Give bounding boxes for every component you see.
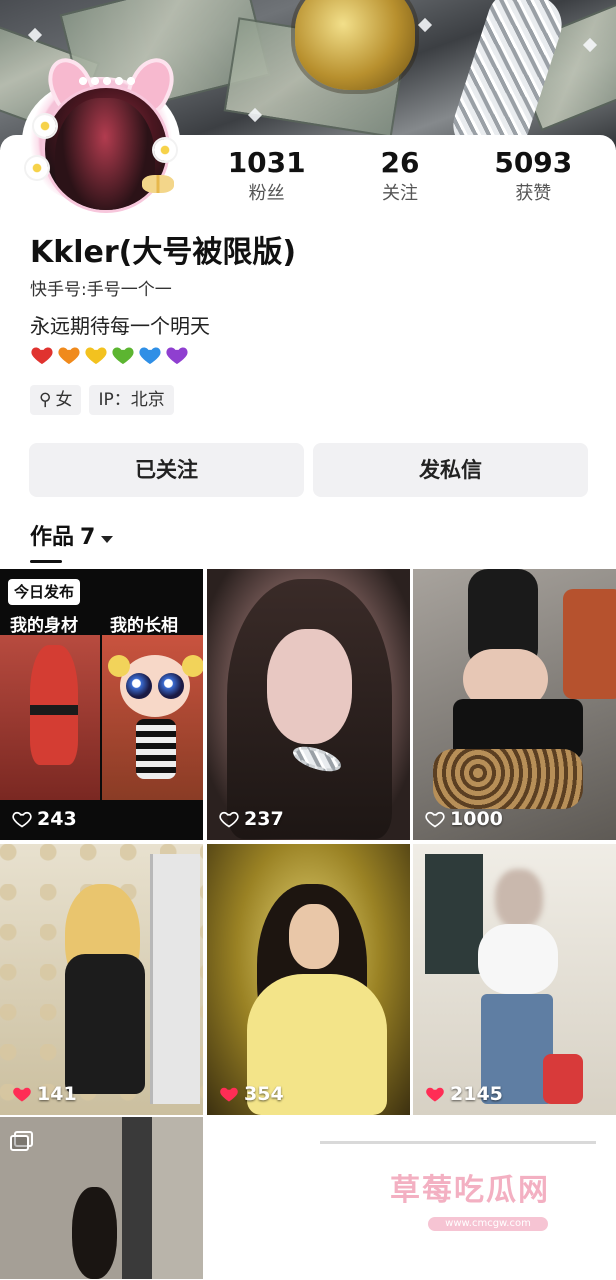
work-item[interactable]: 2145 — [413, 844, 616, 1115]
works-tab-indicator — [30, 560, 62, 563]
profile-sheet: 1031 粉丝 26 关注 5093 获赞 Kkler(大号被限版) 快手号:手… — [0, 50, 616, 1280]
watermark-url: www.cmcgw.com — [428, 1217, 548, 1231]
stat-fans-label: 粉丝 — [248, 183, 285, 204]
work-likes: 141 — [12, 1083, 77, 1105]
heart-filled-icon — [425, 1084, 445, 1104]
heart-emoji-icon — [138, 343, 162, 367]
heart-outline-icon — [219, 809, 239, 829]
stat-following-value: 26 — [380, 146, 420, 179]
followed-button[interactable]: 已关注 — [29, 443, 304, 497]
stat-likes[interactable]: 5093 获赞 — [473, 145, 593, 225]
work-likes: 237 — [219, 808, 284, 830]
today-posted-badge: 今日发布 — [8, 579, 81, 605]
work-likes-count: 1000 — [450, 808, 503, 830]
work-likes-count: 141 — [37, 1083, 77, 1105]
work-item[interactable]: 今日发布 我的身材 我的长相 243 — [0, 569, 203, 840]
profile-bio: 永远期待每一个明天 — [30, 314, 210, 338]
work-item[interactable]: 237 — [207, 569, 410, 840]
heart-outline-icon — [12, 809, 32, 829]
heart-emoji-icon — [30, 343, 54, 367]
bio-emoji-hearts — [30, 343, 189, 367]
gender-label: 女 — [55, 390, 73, 410]
profile-stats: 1031 粉丝 26 关注 5093 获赞 — [200, 145, 600, 225]
stat-following[interactable]: 26 关注 — [340, 145, 460, 225]
heart-emoji-icon — [111, 343, 135, 367]
stat-likes-value: 5093 — [494, 146, 573, 179]
heart-emoji-icon — [84, 343, 108, 367]
works-label: 作品 — [30, 525, 75, 550]
gallery-icon — [10, 1131, 33, 1151]
heart-filled-icon — [12, 1084, 32, 1104]
watermark-text: 草莓吃瓜网 — [390, 1173, 550, 1208]
work-likes-count: 354 — [244, 1083, 284, 1105]
profile-name: Kkler(大号被限版) — [30, 235, 297, 270]
works-count: 7 — [80, 525, 96, 550]
gender-tag: ⚲ 女 — [30, 385, 82, 415]
work-item[interactable]: 141 — [0, 844, 203, 1115]
work-likes: 354 — [219, 1083, 284, 1105]
send-message-button[interactable]: 发私信 — [313, 443, 588, 497]
chevron-down-icon — [101, 535, 114, 543]
kuaishou-id[interactable]: 快手号:手号一个一 — [30, 278, 172, 302]
work-caption-right: 我的长相 — [110, 616, 178, 636]
stat-fans-value: 1031 — [227, 146, 306, 179]
work-item[interactable] — [0, 1117, 203, 1279]
work-caption-left: 我的身材 — [10, 616, 78, 636]
work-likes: 1000 — [425, 808, 503, 830]
work-likes-count: 243 — [37, 808, 77, 830]
stat-likes-label: 获赞 — [515, 183, 552, 204]
female-icon: ⚲ — [39, 390, 52, 410]
heart-emoji-icon — [165, 343, 189, 367]
work-item[interactable]: 1000 — [413, 569, 616, 840]
profile-tags: ⚲ 女 IP：北京 — [30, 385, 174, 415]
heart-emoji-icon — [57, 343, 81, 367]
stat-following-label: 关注 — [381, 183, 418, 204]
work-likes: 2145 — [425, 1083, 503, 1105]
heart-filled-icon — [219, 1084, 239, 1104]
work-likes-count: 2145 — [450, 1083, 503, 1105]
ip-tag: IP：北京 — [89, 385, 174, 415]
watermark: 草莓吃瓜网 www.cmcgw.com — [310, 1125, 606, 1275]
work-item[interactable]: 354 — [207, 844, 410, 1115]
work-likes: 243 — [12, 808, 77, 830]
avatar[interactable] — [22, 50, 183, 213]
work-likes-count: 237 — [244, 808, 284, 830]
works-tab[interactable]: 作品 7 — [30, 521, 114, 555]
stat-fans[interactable]: 1031 粉丝 — [207, 145, 327, 225]
heart-outline-icon — [425, 809, 445, 829]
ip-label: IP：北京 — [98, 390, 165, 410]
